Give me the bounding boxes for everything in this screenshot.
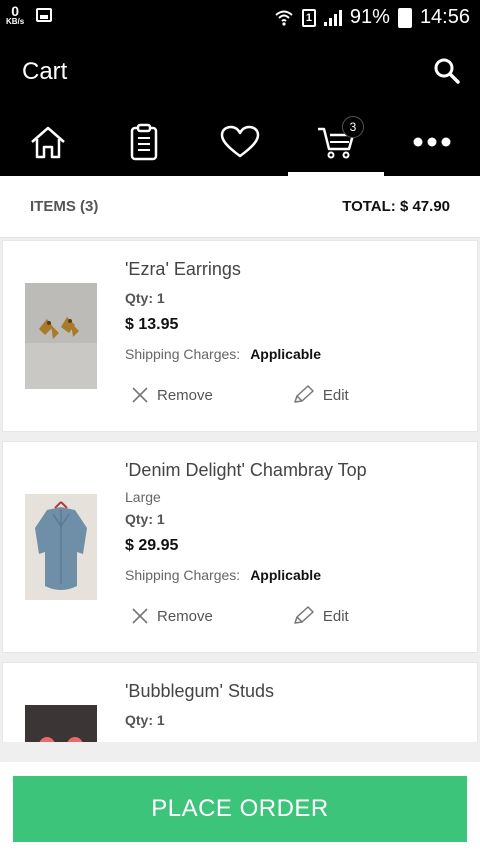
product-image[interactable] xyxy=(25,494,97,600)
cart-item: 'Ezra' Earrings Qty: 1 $ 13.95 Shipping … xyxy=(2,240,478,432)
cart-item: 'Bubblegum' Studs Qty: 1 xyxy=(2,662,478,742)
item-price: $ 13.95 xyxy=(125,316,179,333)
item-info: 'Bubblegum' Studs Qty: 1 xyxy=(125,681,274,738)
close-icon xyxy=(132,387,148,403)
product-image[interactable] xyxy=(25,705,97,742)
tab-home[interactable] xyxy=(0,108,96,176)
close-icon xyxy=(132,608,148,624)
remove-label: Remove xyxy=(157,607,213,625)
item-qty: Qty: 1 xyxy=(125,712,165,728)
earrings-image xyxy=(25,283,97,389)
clock: 14:56 xyxy=(419,6,470,28)
remove-button[interactable]: Remove xyxy=(131,385,213,405)
item-actions: Remove Edit xyxy=(131,606,349,626)
item-actions: Remove Edit xyxy=(131,385,349,405)
heart-icon xyxy=(220,125,260,158)
item-name[interactable]: 'Denim Delight' Chambray Top xyxy=(125,460,367,481)
shipping-value: Applicable xyxy=(250,346,321,362)
shipping-label: Shipping Charges: xyxy=(125,567,241,583)
network-speed-unit: KB/s xyxy=(6,17,25,26)
status-bar: 0 KB/s 1 91% 14:56 xyxy=(0,0,480,36)
battery-icon xyxy=(397,7,412,28)
sim-icon: 1 xyxy=(301,8,316,27)
item-name[interactable]: 'Bubblegum' Studs xyxy=(125,681,274,702)
item-info: 'Ezra' Earrings Qty: 1 $ 13.95 Shipping … xyxy=(125,259,321,362)
edit-label: Edit xyxy=(322,607,349,625)
cart-item-list[interactable]: 'Ezra' Earrings Qty: 1 $ 13.95 Shipping … xyxy=(0,238,480,742)
page-title: Cart xyxy=(22,58,68,85)
item-qty: Qty: 1 xyxy=(125,511,165,527)
item-price: $ 29.95 xyxy=(125,537,179,554)
place-order-button[interactable]: PLACE ORDER xyxy=(13,776,467,842)
item-size: Large xyxy=(125,489,161,505)
image-notification-icon xyxy=(36,8,53,22)
pencil-icon xyxy=(294,606,314,624)
cart-item: 'Denim Delight' Chambray Top Large Qty: … xyxy=(2,441,478,653)
cart-total: TOTAL: $ 47.90 xyxy=(342,198,450,215)
wifi-icon xyxy=(275,10,293,26)
items-count: ITEMS (3) xyxy=(30,198,99,215)
edit-button[interactable]: Edit xyxy=(291,606,349,626)
tab-more[interactable] xyxy=(384,108,480,176)
studs-image xyxy=(25,705,97,742)
tab-orders[interactable] xyxy=(96,108,192,176)
tab-wishlist[interactable] xyxy=(192,108,288,176)
product-image[interactable] xyxy=(25,283,97,389)
tab-bar: 3 xyxy=(0,108,480,176)
signal-icon xyxy=(323,9,342,26)
remove-label: Remove xyxy=(157,386,213,404)
search-icon[interactable] xyxy=(432,56,462,86)
chambray-top-image xyxy=(25,494,97,600)
shipping-label: Shipping Charges: xyxy=(125,346,241,362)
edit-label: Edit xyxy=(322,386,349,404)
shipping-charges: Shipping Charges: Applicable xyxy=(125,346,321,362)
home-icon xyxy=(31,126,65,159)
app-bar: Cart xyxy=(0,36,480,108)
pencil-icon xyxy=(294,385,314,403)
tab-cart[interactable]: 3 xyxy=(288,108,384,176)
edit-button[interactable]: Edit xyxy=(291,385,349,405)
remove-button[interactable]: Remove xyxy=(131,606,213,626)
cart-summary: ITEMS (3) TOTAL: $ 47.90 xyxy=(0,176,480,238)
item-qty: Qty: 1 xyxy=(125,290,165,306)
more-icon xyxy=(413,137,451,147)
item-name[interactable]: 'Ezra' Earrings xyxy=(125,259,321,280)
network-speed: 0 KB/s xyxy=(6,4,24,26)
shipping-value: Applicable xyxy=(250,567,321,583)
clipboard-icon xyxy=(130,123,158,161)
battery-percent: 91% xyxy=(349,6,390,28)
network-speed-value: 0 xyxy=(11,3,20,19)
item-info: 'Denim Delight' Chambray Top Large Qty: … xyxy=(125,460,367,583)
cart-badge: 3 xyxy=(342,116,364,138)
shipping-charges: Shipping Charges: Applicable xyxy=(125,567,367,583)
checkout-footer: PLACE ORDER xyxy=(0,762,480,854)
